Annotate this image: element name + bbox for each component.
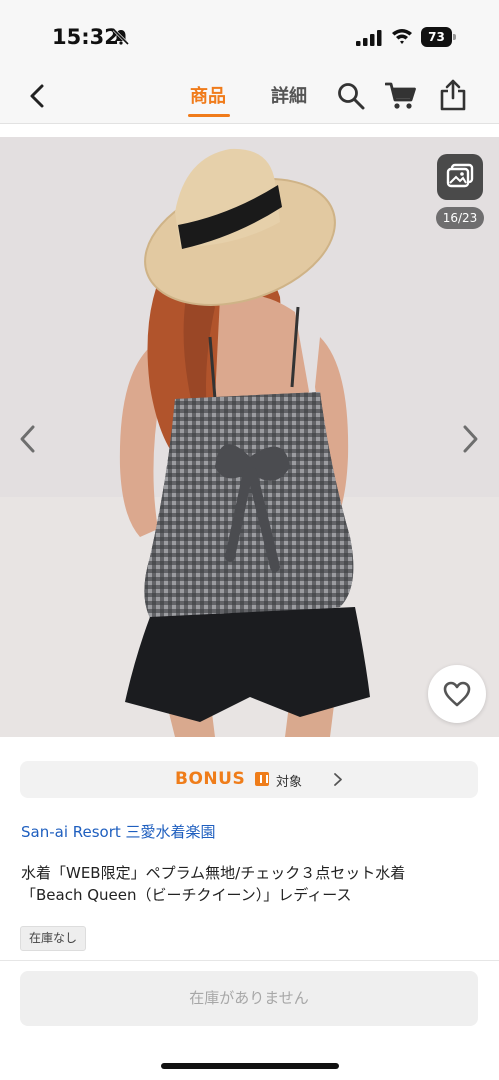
back-chevron-icon[interactable] <box>26 82 50 110</box>
tab-detail[interactable]: 詳細 <box>271 82 307 108</box>
product-photo-illustration <box>0 137 499 737</box>
battery-icon: 73 <box>421 27 457 47</box>
product-title-line2: 「Beach Queen（ビーチクイーン）」レディース <box>21 886 352 904</box>
home-indicator[interactable] <box>161 1063 339 1069</box>
bonus-banner[interactable]: BONUS 対象 <box>20 761 478 798</box>
image-counter: 16/23 <box>436 207 484 229</box>
battery-level: 73 <box>421 27 452 47</box>
bonus-mark-icon <box>255 772 269 786</box>
brand-link[interactable]: San-ai Resort 三愛水着楽園 <box>21 821 216 842</box>
favorite-button[interactable] <box>428 665 486 723</box>
product-image[interactable]: 16/23 <box>0 137 499 737</box>
out-of-stock-button[interactable]: 在庫がありません <box>20 971 478 1026</box>
tab-product[interactable]: 商品 <box>190 82 226 108</box>
next-image-icon[interactable] <box>459 423 481 455</box>
status-time: 15:32 <box>52 25 119 49</box>
share-icon[interactable] <box>439 79 467 111</box>
wifi-icon <box>392 29 412 44</box>
bell-muted-icon <box>112 28 130 46</box>
search-icon[interactable] <box>337 82 365 110</box>
bonus-logo: BONUS <box>175 769 246 789</box>
chevron-right-icon <box>334 773 342 786</box>
product-title: 水着「WEB限定」ペプラム無地/チェック３点セット水着 「Beach Queen… <box>21 862 481 906</box>
nav-header: 商品 詳細 <box>0 68 499 124</box>
status-bar: 15:32 73 <box>0 0 499 68</box>
gallery-icon <box>446 163 474 188</box>
divider <box>0 960 499 961</box>
stock-status-badge: 在庫なし <box>20 926 87 951</box>
heart-icon <box>443 681 471 707</box>
cart-icon[interactable] <box>385 81 417 111</box>
bonus-target-label: 対象 <box>276 775 303 790</box>
active-tab-indicator <box>188 114 230 117</box>
signal-icon <box>356 30 382 46</box>
gallery-button[interactable] <box>437 154 483 200</box>
prev-image-icon[interactable] <box>17 423 39 455</box>
product-title-line1: 水着「WEB限定」ペプラム無地/チェック３点セット水着 <box>21 864 406 882</box>
